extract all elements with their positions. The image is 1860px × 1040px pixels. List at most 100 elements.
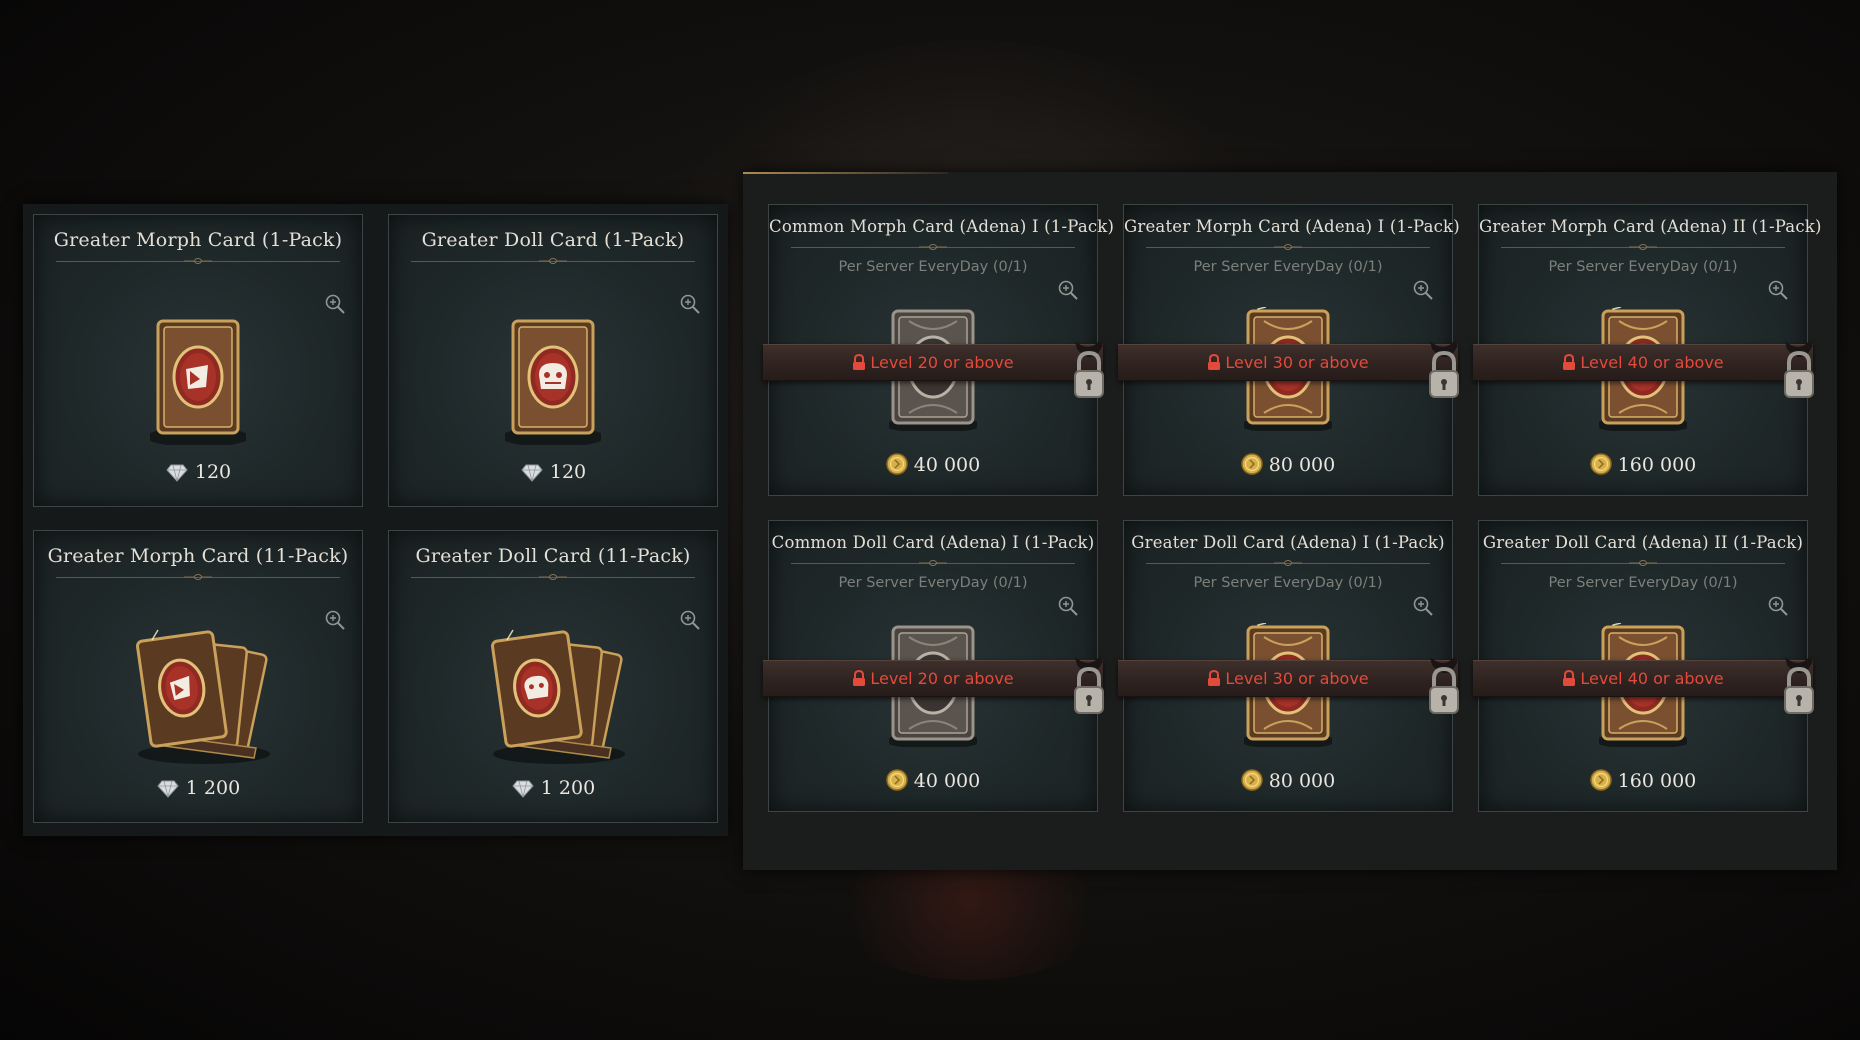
diamond-icon bbox=[512, 780, 534, 798]
purchase-limit-label: Per Server EveryDay (0/1) bbox=[838, 259, 1028, 275]
lock-icon bbox=[1563, 354, 1576, 370]
level-lock-banner: Level 20 or above bbox=[763, 660, 1103, 697]
zoom-in-icon[interactable] bbox=[1057, 595, 1079, 617]
zoom-in-icon[interactable] bbox=[324, 293, 346, 315]
price-value: 120 bbox=[194, 461, 232, 483]
padlock-icon bbox=[1074, 657, 1104, 714]
level-requirement-label: Level 30 or above bbox=[1225, 669, 1369, 688]
shop-item-card[interactable]: Greater Doll Card (1-Pack) 120 bbox=[388, 214, 718, 507]
price-value: 120 bbox=[549, 461, 587, 483]
diamond-icon bbox=[157, 780, 179, 798]
doll-card-image bbox=[501, 315, 605, 447]
locked-shop-item-card[interactable]: Greater Morph Card (Adena) II (1-Pack) P… bbox=[1473, 204, 1822, 496]
price-value: 1 200 bbox=[185, 777, 241, 799]
divider-ornament-icon bbox=[184, 258, 212, 264]
adena-coin-icon bbox=[1241, 769, 1263, 791]
item-title: Greater Doll Card (1-Pack) bbox=[421, 229, 685, 251]
zoom-in-icon[interactable] bbox=[1057, 279, 1079, 301]
lock-icon bbox=[1208, 670, 1221, 686]
shop-item-card[interactable]: Greater Morph Card (11-Pack) 1 200 bbox=[33, 530, 363, 823]
diamond-shop-panel: Greater Morph Card (1-Pack) 120 Greater … bbox=[23, 204, 728, 836]
lock-icon bbox=[853, 354, 866, 370]
item-title: Greater Morph Card (1-Pack) bbox=[53, 229, 343, 251]
morph-card-pack-image bbox=[126, 626, 270, 766]
adena-coin-icon bbox=[886, 453, 908, 475]
level-requirement-label: Level 20 or above bbox=[870, 669, 1014, 688]
locked-shop-item-card[interactable]: Greater Doll Card (Adena) I (1-Pack) Per… bbox=[1118, 520, 1459, 812]
diamond-icon bbox=[166, 464, 188, 482]
divider-ornament-icon bbox=[539, 574, 567, 580]
purchase-limit-label: Per Server EveryDay (0/1) bbox=[1548, 259, 1738, 275]
adena-coin-icon bbox=[1589, 769, 1612, 791]
panel-accent-line bbox=[743, 172, 948, 174]
divider-ornament-icon bbox=[1274, 244, 1302, 250]
zoom-in-icon[interactable] bbox=[679, 293, 701, 315]
zoom-in-icon[interactable] bbox=[1412, 595, 1434, 617]
locked-shop-item-card[interactable]: Common Doll Card (Adena) I (1-Pack) Per … bbox=[763, 520, 1104, 812]
zoom-in-icon[interactable] bbox=[1412, 279, 1434, 301]
price-label: 160 000 bbox=[1479, 453, 1807, 476]
purchase-limit-label: Per Server EveryDay (0/1) bbox=[1548, 575, 1738, 591]
purchase-limit-label: Per Server EveryDay (0/1) bbox=[838, 575, 1028, 591]
price-label: 160 000 bbox=[1479, 769, 1807, 792]
item-title: Greater Morph Card (Adena) II (1-Pack) bbox=[1479, 217, 1822, 236]
padlock-icon bbox=[1429, 341, 1459, 398]
divider-ornament-icon bbox=[919, 560, 947, 566]
zoom-in-icon[interactable] bbox=[324, 609, 346, 631]
divider-ornament-icon bbox=[1274, 560, 1302, 566]
level-requirement-label: Level 20 or above bbox=[870, 353, 1014, 372]
locked-shop-item-card[interactable]: Greater Doll Card (Adena) II (1-Pack) Pe… bbox=[1473, 520, 1814, 812]
price-value: 80 000 bbox=[1268, 770, 1336, 792]
zoom-in-icon[interactable] bbox=[679, 609, 701, 631]
padlock-icon bbox=[1784, 341, 1814, 398]
item-title: Greater Doll Card (Adena) II (1-Pack) bbox=[1482, 533, 1804, 552]
zoom-in-icon[interactable] bbox=[1767, 595, 1789, 617]
diamond-icon bbox=[521, 464, 543, 482]
price-label: 40 000 bbox=[769, 769, 1097, 792]
divider-ornament-icon bbox=[184, 574, 212, 580]
locked-shop-item-card[interactable]: Greater Morph Card (Adena) I (1-Pack) Pe… bbox=[1118, 204, 1460, 496]
price-label: 120 bbox=[389, 461, 717, 483]
lock-icon bbox=[1208, 354, 1221, 370]
price-value: 40 000 bbox=[913, 770, 981, 792]
item-title: Greater Doll Card (11-Pack) bbox=[415, 545, 691, 567]
item-title: Common Morph Card (Adena) I (1-Pack) bbox=[769, 217, 1115, 236]
price-label: 1 200 bbox=[34, 777, 362, 799]
price-value: 1 200 bbox=[540, 777, 596, 799]
divider-ornament-icon bbox=[1629, 560, 1657, 566]
price-value: 40 000 bbox=[913, 454, 981, 476]
level-lock-banner: Level 40 or above bbox=[1473, 344, 1813, 381]
purchase-limit-label: Per Server EveryDay (0/1) bbox=[1193, 259, 1383, 275]
divider-ornament-icon bbox=[539, 258, 567, 264]
level-lock-banner: Level 30 or above bbox=[1118, 344, 1458, 381]
padlock-icon bbox=[1784, 657, 1814, 714]
price-label: 80 000 bbox=[1124, 769, 1452, 792]
level-requirement-label: Level 30 or above bbox=[1225, 353, 1369, 372]
adena-coin-icon bbox=[1241, 453, 1263, 475]
price-label: 120 bbox=[34, 461, 362, 483]
adena-coin-icon bbox=[1589, 453, 1612, 475]
lock-icon bbox=[853, 670, 866, 686]
locked-shop-item-card[interactable]: Common Morph Card (Adena) I (1-Pack) Per… bbox=[763, 204, 1115, 496]
price-value: 80 000 bbox=[1268, 454, 1336, 476]
level-requirement-label: Level 40 or above bbox=[1580, 669, 1724, 688]
divider-ornament-icon bbox=[919, 244, 947, 250]
item-title: Greater Doll Card (Adena) I (1-Pack) bbox=[1131, 533, 1445, 552]
shop-item-card[interactable]: Greater Morph Card (1-Pack) 120 bbox=[33, 214, 363, 507]
shop-item-card[interactable]: Greater Doll Card (11-Pack) 1 200 bbox=[388, 530, 718, 823]
adena-coin-icon bbox=[886, 769, 908, 791]
level-lock-banner: Level 30 or above bbox=[1118, 660, 1458, 697]
divider-ornament-icon bbox=[1629, 244, 1657, 250]
adena-shop-panel: Common Morph Card (Adena) I (1-Pack) Per… bbox=[743, 172, 1837, 870]
purchase-limit-label: Per Server EveryDay (0/1) bbox=[1193, 575, 1383, 591]
price-value: 160 000 bbox=[1617, 770, 1697, 792]
price-value: 160 000 bbox=[1617, 454, 1697, 476]
price-label: 1 200 bbox=[389, 777, 717, 799]
padlock-icon bbox=[1074, 341, 1104, 398]
morph-card-image bbox=[146, 315, 250, 447]
price-label: 80 000 bbox=[1124, 453, 1452, 476]
lock-icon bbox=[1563, 670, 1576, 686]
item-title: Greater Morph Card (11-Pack) bbox=[47, 545, 349, 567]
level-requirement-label: Level 40 or above bbox=[1580, 353, 1724, 372]
zoom-in-icon[interactable] bbox=[1767, 279, 1789, 301]
